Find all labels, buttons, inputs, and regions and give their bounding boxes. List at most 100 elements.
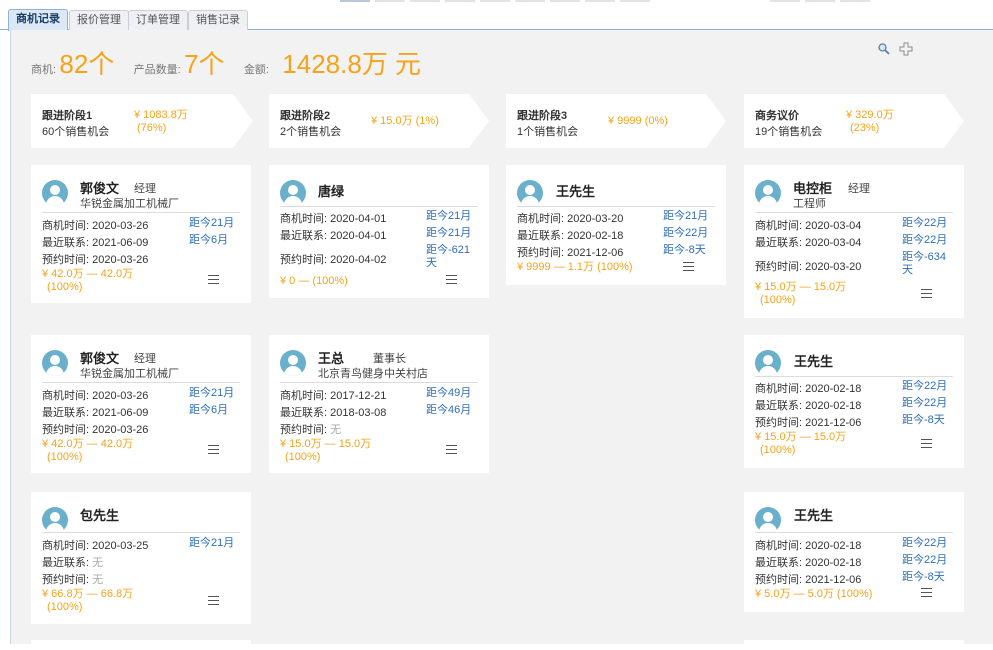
- menu-icon[interactable]: [208, 596, 219, 605]
- opportunity-age-link[interactable]: 距今21月: [663, 210, 708, 223]
- avatar: [755, 180, 781, 206]
- tab-opportunities[interactable]: 商机记录: [8, 9, 68, 31]
- opportunity-time: 2020-03-04: [805, 220, 862, 232]
- last-contact-age-link[interactable]: 距今22月: [902, 234, 947, 247]
- last-contact-age-link[interactable]: 距今22月: [902, 554, 947, 567]
- company-name: 工程师: [793, 198, 826, 210]
- appointment-age-link[interactable]: 距今-8天: [902, 571, 945, 584]
- amount-range: ¥ 42.0万 — 42.0万: [42, 268, 134, 280]
- product-count-label: 产品数量:: [133, 64, 181, 76]
- contact-name: 唐绿: [318, 184, 345, 199]
- appointment-age-link[interactable]: 距今-634天: [902, 251, 954, 277]
- tab-quotes[interactable]: 报价管理: [69, 10, 129, 30]
- last-contact-time: 无: [92, 557, 104, 569]
- menu-icon[interactable]: [683, 262, 694, 271]
- contact-name: 包先生: [80, 508, 120, 523]
- opportunity-card[interactable]: 王先生 商机时间: 2020-03-20 距今21月 最近联系: 2020-02…: [506, 165, 726, 285]
- opportunity-time: 2020-03-20: [567, 213, 624, 225]
- top-strip: [0, 0, 993, 2]
- opportunity-card[interactable]: [31, 640, 251, 650]
- opportunity-age-link[interactable]: 距今21月: [189, 387, 234, 400]
- amount-value: 1428.8万 元: [282, 49, 422, 79]
- opportunity-count-value: 82个: [59, 49, 115, 79]
- opportunity-card[interactable]: 王总 董事长 北京青鸟健身中关村店 商机时间: 2017-12-21 距今49月…: [269, 335, 489, 473]
- stage-amount: ¥ 9999 (0%): [608, 115, 668, 127]
- amount-percent: (100%): [47, 451, 83, 463]
- opportunity-age-link[interactable]: 距今22月: [902, 380, 947, 393]
- amount-range: ¥ 5.0万 — 5.0万 (100%): [755, 588, 873, 600]
- avatar: [42, 180, 68, 206]
- menu-icon[interactable]: [921, 439, 932, 448]
- last-contact-time: 2020-02-18: [567, 230, 624, 242]
- opportunity-age-link[interactable]: 距今22月: [902, 217, 947, 230]
- appointment-time: 2020-03-20: [805, 261, 862, 273]
- opportunity-age-link[interactable]: 距今21月: [189, 217, 234, 230]
- opportunity-card[interactable]: 郭俊文 经理 华锐金属加工机械厂 商机时间: 2020-03-26 距今21月 …: [31, 165, 251, 303]
- amount-range: ¥ 15.0万 — 15.0万: [755, 431, 847, 443]
- appointment-age-link[interactable]: 距今-621天: [426, 244, 478, 270]
- stage-count: 60个销售机会: [42, 126, 110, 138]
- company-name: 华锐金属加工机械厂: [80, 198, 179, 210]
- stage-name: 跟进阶段3: [517, 110, 568, 122]
- menu-icon[interactable]: [921, 289, 932, 298]
- main-panel: 商机: 82个 产品数量: 7个 金额: 1428.8万 元 跟进阶段1 60个…: [10, 30, 993, 650]
- last-contact-age-link[interactable]: 距今22月: [663, 227, 708, 240]
- contact-name: 王先生: [556, 184, 596, 199]
- stage-1[interactable]: 跟进阶段1 60个销售机会 ¥ 1083.8万 (76%): [31, 94, 253, 148]
- opportunity-age-link[interactable]: 距今21月: [426, 210, 471, 223]
- amount-percent: (100%): [47, 281, 83, 293]
- tab-sales[interactable]: 销售记录: [188, 10, 248, 30]
- last-contact-time: 2020-02-18: [805, 400, 862, 412]
- opportunity-card[interactable]: 电控柜 经理 工程师 商机时间: 2020-03-04 距今22月 最近联系: …: [744, 165, 964, 318]
- last-contact-age-link[interactable]: 距今21月: [426, 227, 471, 240]
- appointment-age-link[interactable]: 距今-8天: [902, 414, 945, 427]
- search-icon[interactable]: [877, 42, 891, 56]
- opportunity-age-link[interactable]: 距今49月: [426, 387, 471, 400]
- menu-icon[interactable]: [446, 445, 457, 454]
- appointment-time: 无: [92, 574, 104, 586]
- contact-name: 王先生: [794, 354, 834, 369]
- menu-icon[interactable]: [208, 445, 219, 454]
- opportunity-card[interactable]: 郭俊文 经理 华锐金属加工机械厂 商机时间: 2020-03-26 距今21月 …: [31, 335, 251, 473]
- amount-range: ¥ 9999 — 1.1万 (100%): [517, 261, 633, 273]
- amount-percent: (100%): [760, 444, 796, 456]
- opportunity-card[interactable]: 王先生 商机时间: 2020-02-18 距今22月 最近联系: 2020-02…: [744, 492, 964, 612]
- amount-percent: (100%): [47, 601, 83, 613]
- company-name: 北京青鸟健身中关村店: [318, 368, 428, 380]
- avatar: [517, 180, 543, 206]
- avatar: [755, 507, 781, 533]
- opportunity-card[interactable]: 包先生 商机时间: 2020-03-25 距今21月 最近联系: 无 预约时间:…: [31, 492, 251, 624]
- product-count-value: 7个: [184, 49, 225, 79]
- opportunity-age-link[interactable]: 距今22月: [902, 537, 947, 550]
- opportunity-time: 2020-03-26: [92, 220, 149, 232]
- last-contact-age-link[interactable]: 距今22月: [902, 397, 947, 410]
- stage-3[interactable]: 跟进阶段3 1个销售机会 ¥ 9999 (0%): [506, 94, 726, 148]
- opportunity-card[interactable]: 唐绿 商机时间: 2020-04-01 距今21月 最近联系: 2020-04-…: [269, 165, 489, 298]
- contact-name: 王先生: [794, 508, 834, 523]
- stage-negotiation[interactable]: 商务议价 19个销售机会 ¥ 329.0万 (23%): [744, 94, 964, 148]
- menu-icon[interactable]: [208, 275, 219, 284]
- amount-range: ¥ 15.0万 — 15.0万: [755, 281, 847, 293]
- appointment-time: 2020-03-26: [92, 424, 149, 436]
- opportunity-card[interactable]: [744, 640, 964, 650]
- last-contact-age-link[interactable]: 距今46月: [426, 404, 471, 417]
- last-contact-time: 2021-06-09: [92, 237, 149, 249]
- menu-icon[interactable]: [446, 275, 457, 284]
- stage-name: 跟进阶段1: [42, 110, 93, 122]
- opportunity-age-link[interactable]: 距今21月: [189, 537, 234, 550]
- appointment-time: 2020-04-02: [330, 254, 387, 266]
- add-icon[interactable]: [899, 42, 913, 56]
- appointment-time: 2021-12-06: [805, 574, 862, 586]
- last-contact-age-link[interactable]: 距今6月: [189, 234, 228, 247]
- appointment-age-link[interactable]: 距今-8天: [663, 244, 706, 257]
- tab-orders[interactable]: 订单管理: [128, 10, 188, 30]
- menu-icon[interactable]: [921, 588, 932, 597]
- stage-2[interactable]: 跟进阶段2 2个销售机会 ¥ 15.0万 (1%): [269, 94, 489, 148]
- last-contact-age-link[interactable]: 距今6月: [189, 404, 228, 417]
- avatar: [42, 350, 68, 376]
- amount-label: 金额:: [243, 64, 269, 76]
- opportunity-card[interactable]: 王先生 商机时间: 2020-02-18 距今22月 最近联系: 2020-02…: [744, 335, 964, 468]
- opportunity-time: 2020-02-18: [805, 383, 862, 395]
- opportunity-time: 2020-04-01: [330, 213, 387, 225]
- contact-title: 经理: [848, 183, 870, 195]
